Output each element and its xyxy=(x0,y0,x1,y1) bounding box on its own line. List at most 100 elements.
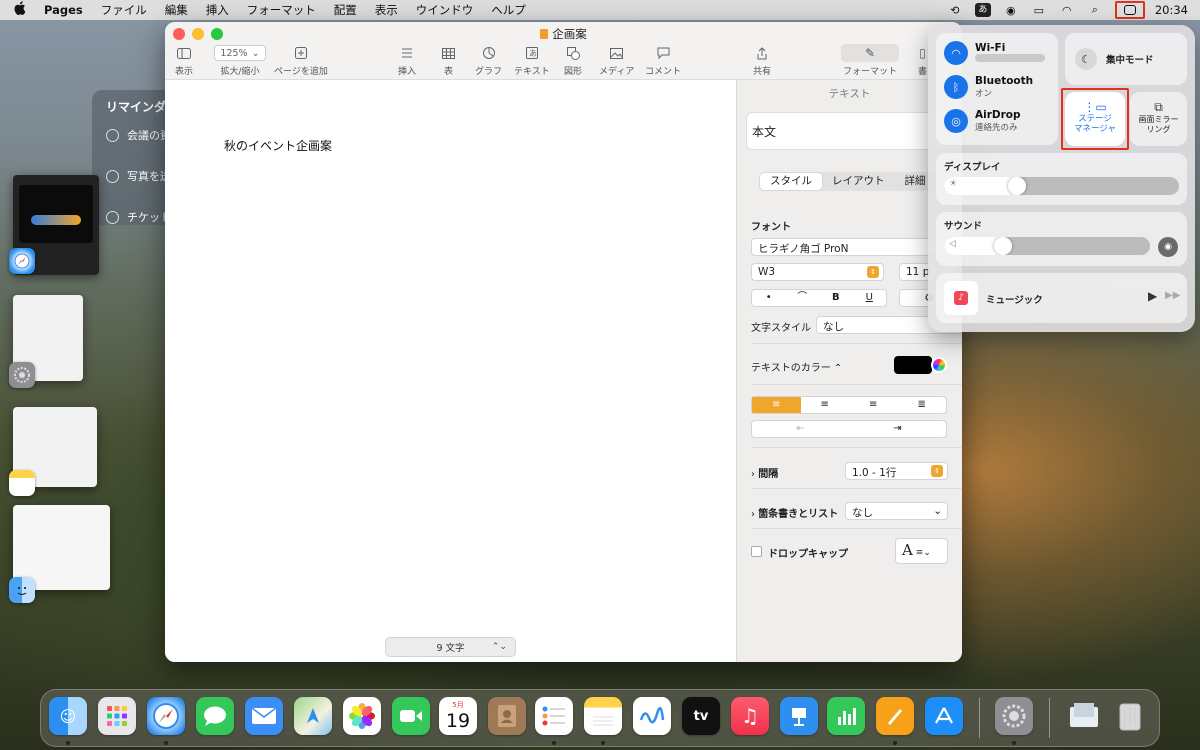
apple-menu-icon[interactable] xyxy=(0,1,40,19)
view-button[interactable]: 表示 xyxy=(175,44,193,77)
reminders-stage-window[interactable]: リマインダー 会議の資 写真を送 チケット xyxy=(92,90,172,225)
menu-edit[interactable]: 編集 xyxy=(156,2,197,18)
mail-icon[interactable] xyxy=(245,697,283,735)
safari-icon[interactable] xyxy=(9,248,35,274)
airplay-audio-icon[interactable]: ◉ xyxy=(1158,237,1178,257)
tab-layout[interactable]: レイアウト xyxy=(822,173,895,190)
focus-mode-button[interactable]: ☾ 集中モード xyxy=(1065,33,1187,85)
airdrop-toggle[interactable]: ◎ AirDrop 連絡先のみ xyxy=(944,109,1021,133)
now-playing-tile[interactable]: ♪ ミュージック ▶ ▶▶ xyxy=(936,273,1187,323)
numbers-icon[interactable] xyxy=(827,697,865,735)
battery-icon[interactable]: ▭ xyxy=(1028,4,1050,17)
table-button[interactable]: 表 xyxy=(442,44,455,77)
spotlight-search-icon[interactable]: ⌕ xyxy=(1084,3,1106,17)
menu-file[interactable]: ファイル xyxy=(92,2,156,18)
wifi-toggle[interactable]: ◠ Wi-Fi xyxy=(944,41,1045,65)
input-method-icon[interactable]: あ xyxy=(974,3,991,17)
brightness-slider-knob[interactable] xyxy=(1008,177,1026,195)
text-color-label[interactable]: テキストのカラー ⌃ xyxy=(751,359,842,374)
menu-format[interactable]: フォーマット xyxy=(238,2,325,18)
safari-icon[interactable] xyxy=(147,697,185,735)
maps-icon[interactable] xyxy=(294,697,332,735)
chart-button[interactable]: グラフ xyxy=(475,44,502,77)
freeform-icon[interactable] xyxy=(633,697,671,735)
music-icon[interactable]: ♫ xyxy=(731,697,769,735)
checkbox-circle-icon[interactable] xyxy=(106,210,119,224)
bullets-select[interactable]: なし ⌄ xyxy=(845,502,948,520)
time-machine-icon[interactable]: ⟲ xyxy=(944,4,966,17)
reminders-icon[interactable] xyxy=(535,697,573,735)
fast-forward-icon[interactable]: ▶▶ xyxy=(1165,290,1180,301)
align-right-icon[interactable]: ≡ xyxy=(849,397,898,413)
menu-window[interactable]: ウインドウ xyxy=(407,2,483,18)
comment-button[interactable]: コメント xyxy=(645,44,681,77)
play-icon[interactable]: ▶ xyxy=(1148,289,1157,303)
italic-button[interactable]: ⌒ xyxy=(786,290,820,306)
reminder-item[interactable]: 会議の資 xyxy=(106,125,172,145)
bullets-disclosure[interactable]: › 箇条書きとリスト xyxy=(751,505,838,520)
menu-help[interactable]: ヘルプ xyxy=(482,2,535,18)
stage-manager-button[interactable]: ⋮▭ ステージ マネージャ xyxy=(1065,92,1125,146)
word-count-button[interactable]: 9 文字 ⌃⌄ xyxy=(385,637,516,657)
align-justify-icon[interactable]: ≣ xyxy=(898,397,947,413)
system-settings-icon[interactable] xyxy=(995,697,1033,735)
app-store-icon[interactable] xyxy=(925,697,963,735)
checkbox-circle-icon[interactable] xyxy=(106,169,119,183)
calendar-icon[interactable]: 5月 19 xyxy=(439,697,477,735)
bold-button[interactable]: B xyxy=(819,290,853,306)
spacing-disclosure[interactable]: › 間隔 xyxy=(751,465,778,480)
photos-icon[interactable] xyxy=(343,697,381,735)
user-icon[interactable]: ◉ xyxy=(1000,4,1022,17)
reminder-item[interactable]: チケット xyxy=(106,207,172,225)
wifi-icon[interactable]: ◠ xyxy=(1056,4,1078,17)
keynote-icon[interactable] xyxy=(780,697,818,735)
volume-slider-knob[interactable] xyxy=(994,237,1012,255)
messages-icon[interactable] xyxy=(196,697,234,735)
dot-button[interactable]: • xyxy=(752,290,786,306)
app-menu-pages[interactable]: Pages xyxy=(40,3,92,17)
zoom-select[interactable]: 125% ⌄ xyxy=(214,45,266,61)
downloads-stack-icon[interactable] xyxy=(1065,697,1103,735)
notes-icon[interactable] xyxy=(9,470,35,496)
launchpad-icon[interactable] xyxy=(98,697,136,735)
increase-indent-icon[interactable]: ⇥ xyxy=(849,421,946,437)
document-button[interactable]: ▯ 書 xyxy=(918,44,927,77)
contacts-icon[interactable] xyxy=(488,697,526,735)
menu-insert[interactable]: 挿入 xyxy=(197,2,238,18)
font-weight-select[interactable]: W3 ⇕ xyxy=(751,263,884,281)
decrease-indent-icon[interactable]: ⇤ xyxy=(752,421,849,437)
format-button[interactable]: ✎ フォーマット xyxy=(841,44,899,77)
finder-icon[interactable] xyxy=(9,577,35,603)
control-center-icon[interactable] xyxy=(1114,1,1145,19)
media-button[interactable]: メディア xyxy=(599,44,634,77)
apple-tv-icon[interactable]: tv xyxy=(682,697,720,735)
share-button[interactable]: 共有 xyxy=(753,44,771,77)
bluetooth-toggle[interactable]: ᛒ Bluetooth オン xyxy=(944,75,1033,99)
system-settings-icon[interactable] xyxy=(9,362,35,388)
menu-arrange[interactable]: 配置 xyxy=(325,2,366,18)
dropcap-checkbox[interactable] xyxy=(751,546,762,557)
align-left-icon[interactable]: ≡ xyxy=(752,397,801,413)
document-body-text[interactable]: 秋のイベント企画案 xyxy=(224,137,332,154)
align-center-icon[interactable]: ≡ xyxy=(801,397,850,413)
underline-button[interactable]: U xyxy=(853,290,887,306)
brightness-slider[interactable]: ☀ xyxy=(944,177,1179,195)
reminder-item[interactable]: 写真を送 xyxy=(106,166,172,186)
tab-style[interactable]: スタイル xyxy=(760,173,822,190)
add-page-button[interactable]: ページを追加 xyxy=(274,44,328,77)
menu-view[interactable]: 表示 xyxy=(366,2,407,18)
pages-icon[interactable] xyxy=(876,697,914,735)
checkbox-circle-icon[interactable] xyxy=(106,128,119,142)
trash-icon[interactable] xyxy=(1111,697,1149,735)
text-color-well[interactable] xyxy=(894,356,932,374)
facetime-icon[interactable] xyxy=(392,697,430,735)
insert-button[interactable]: 挿入 xyxy=(398,44,416,77)
color-wheel-icon[interactable] xyxy=(931,357,947,373)
menubar-clock[interactable]: 20:34 xyxy=(1151,3,1200,17)
spacing-select[interactable]: 1.0 - 1行 ⇕ xyxy=(845,462,948,480)
volume-slider[interactable]: ◁ xyxy=(944,237,1150,255)
dropcap-style-select[interactable]: A ≡⌄ xyxy=(895,538,948,564)
screen-mirroring-button[interactable]: ⧉ 画面ミラー リング xyxy=(1130,92,1187,146)
document-canvas[interactable]: 秋のイベント企画案 9 文字 ⌃⌄ xyxy=(165,80,736,662)
zoom-control[interactable]: 125% ⌄ 拡大/縮小 xyxy=(214,44,266,77)
